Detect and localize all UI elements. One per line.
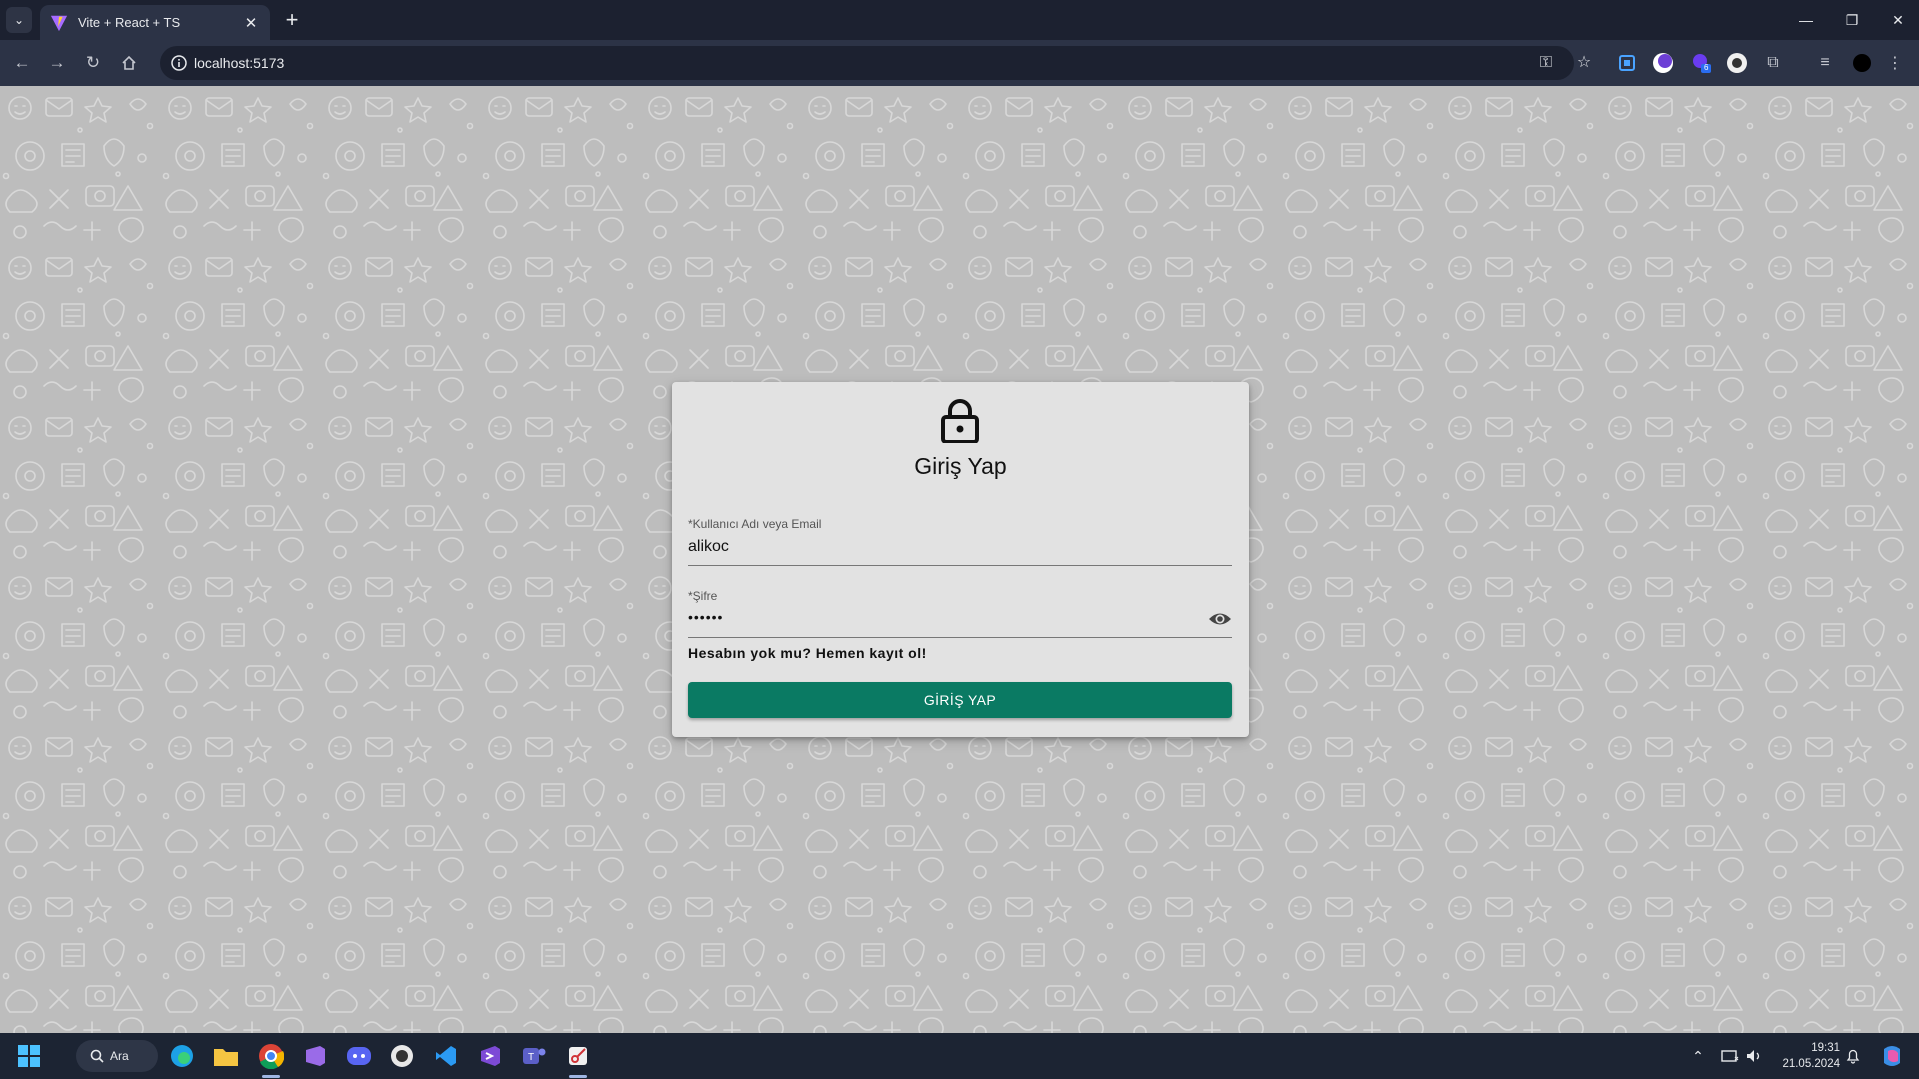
close-icon[interactable]: ✕ xyxy=(240,12,262,34)
network-icon[interactable] xyxy=(1720,1045,1740,1067)
home-icon xyxy=(122,55,136,70)
reading-list-icon[interactable]: ≡ xyxy=(1814,52,1836,74)
eye-icon[interactable] xyxy=(1208,610,1232,628)
url-text: localhost:5173 xyxy=(194,55,285,71)
discord-icon[interactable] xyxy=(345,1042,373,1070)
new-tab-button[interactable]: + xyxy=(280,7,304,32)
visual-studio-preview-icon[interactable] xyxy=(301,1042,329,1070)
reload-icon: ↻ xyxy=(85,53,101,72)
lock-icon xyxy=(941,399,979,443)
puzzle-icon[interactable]: ⧉ xyxy=(1762,52,1784,74)
clock-time: 19:31 xyxy=(1811,1042,1840,1054)
login-card: Giriş Yap *Kullanıcı Adı veya Email alik… xyxy=(672,382,1249,737)
edge-icon[interactable] xyxy=(168,1042,196,1070)
minimize-button[interactable]: — xyxy=(1786,6,1826,34)
reload-button[interactable]: ↻ xyxy=(81,51,105,75)
notification-bell-icon[interactable] xyxy=(1843,1045,1863,1067)
username-input[interactable]: alikoc xyxy=(688,538,729,556)
chrome-active-indicator xyxy=(262,1075,280,1078)
password-input[interactable]: •••••• xyxy=(688,609,723,625)
vscode-icon[interactable] xyxy=(432,1042,460,1070)
arrow-left-icon: ← xyxy=(13,53,31,72)
search-icon xyxy=(90,1049,104,1063)
browser-tab[interactable]: Vite + React + TS ✕ xyxy=(40,5,270,40)
screenshot-extension-icon[interactable] xyxy=(1616,52,1638,74)
taskbar-search[interactable]: Ara xyxy=(76,1040,158,1072)
profile-extension-icon[interactable] xyxy=(1726,52,1748,74)
home-button[interactable] xyxy=(117,51,141,75)
restore-button[interactable]: ❐ xyxy=(1832,6,1872,34)
login-submit-button[interactable]: GİRİŞ YAP xyxy=(688,682,1232,718)
extension-badge-icon[interactable]: 6 xyxy=(1690,52,1712,74)
password-underline xyxy=(688,637,1232,638)
browser-toolbar: ← → ↻ localhost:5173 ⚿ ☆ 6 ⧉ ≡ ⋮ xyxy=(0,40,1919,86)
arrow-right-icon: → xyxy=(48,53,66,72)
back-button[interactable]: ← xyxy=(10,51,34,75)
chrome-icon[interactable] xyxy=(257,1042,285,1070)
clock[interactable]: 19:31 21.05.2024 xyxy=(1760,1040,1840,1072)
windows-start-icon[interactable] xyxy=(18,1045,40,1067)
snipping-tool-icon[interactable] xyxy=(564,1042,592,1070)
login-title: Giriş Yap xyxy=(914,453,1007,479)
svg-text:T: T xyxy=(528,1052,534,1063)
chevron-down-icon: ⌄ xyxy=(13,13,25,27)
password-label: *Şifre xyxy=(688,589,718,603)
dark-mode-extension-icon[interactable] xyxy=(1652,52,1674,74)
github-desktop-icon[interactable] xyxy=(388,1042,416,1070)
vite-favicon-icon xyxy=(50,15,68,31)
password-key-icon[interactable]: ⚿ xyxy=(1536,53,1556,73)
teams-icon[interactable]: T xyxy=(520,1042,548,1070)
copilot-icon[interactable] xyxy=(1878,1045,1906,1067)
visual-studio-icon[interactable] xyxy=(476,1042,504,1070)
tab-title: Vite + React + TS xyxy=(78,15,181,30)
forward-button[interactable]: → xyxy=(45,51,69,75)
tab-search-button[interactable]: ⌄ xyxy=(6,7,32,33)
username-label: *Kullanıcı Adı veya Email xyxy=(688,517,822,531)
site-info-icon[interactable] xyxy=(170,54,188,72)
clock-date: 21.05.2024 xyxy=(1782,1058,1840,1070)
file-explorer-icon[interactable] xyxy=(212,1042,240,1070)
signup-link[interactable]: Hesabın yok mu? Hemen kayıt ol! xyxy=(688,645,927,661)
kebab-menu-icon[interactable]: ⋮ xyxy=(1884,52,1906,74)
windows-taskbar: Ara T ⌃ 19:31 21.05.2024 xyxy=(0,1033,1919,1079)
chevron-up-icon[interactable]: ⌃ xyxy=(1688,1045,1708,1067)
extension-badge-count: 6 xyxy=(1704,63,1709,72)
search-label: Ara xyxy=(110,1049,129,1063)
window-close-button[interactable]: ✕ xyxy=(1878,6,1918,34)
page-background: Giriş Yap *Kullanıcı Adı veya Email alik… xyxy=(0,86,1919,1033)
bookmark-star-icon[interactable]: ☆ xyxy=(1574,52,1594,72)
browser-tab-strip: ⌄ Vite + React + TS ✕ + — ❐ ✕ xyxy=(0,0,1919,40)
profile-avatar[interactable] xyxy=(1851,52,1873,74)
snipping-active-indicator xyxy=(569,1075,587,1078)
address-bar[interactable]: localhost:5173 ⚿ ☆ xyxy=(160,46,1591,80)
username-underline xyxy=(688,565,1232,566)
